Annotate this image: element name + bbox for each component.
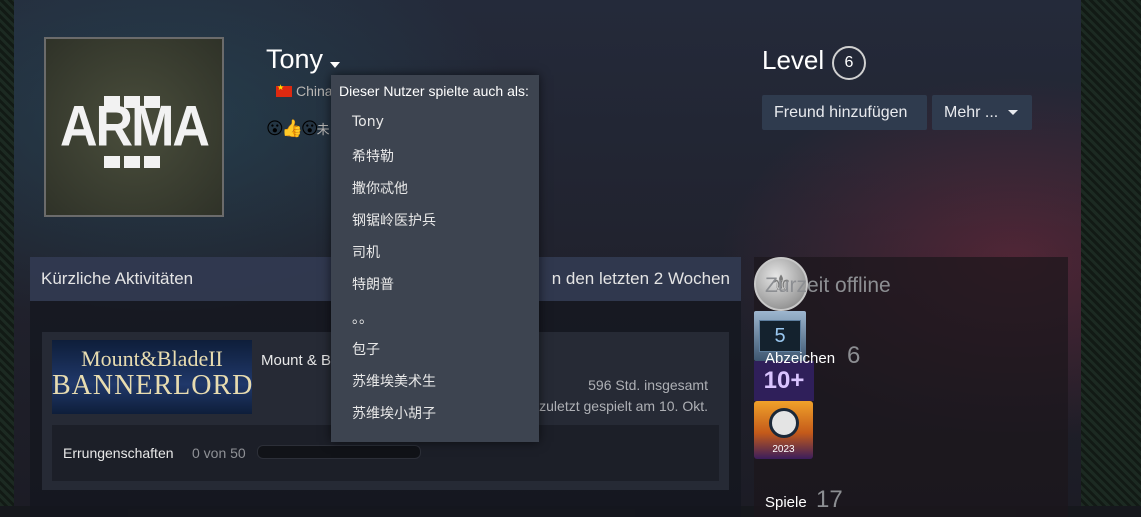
alias-item: 苏维埃小胡子 — [352, 406, 436, 422]
game-name-link[interactable]: Mount & B — [261, 352, 331, 369]
alias-item: 希特勒 — [352, 149, 394, 165]
background-texture-right — [1081, 0, 1141, 506]
add-friend-button[interactable]: Freund hinzufügen — [762, 95, 927, 130]
game-capsule-image[interactable]: Mount&BladeII BANNERLORD — [52, 340, 252, 414]
profile-emoticons: 😮👍😮未 — [266, 119, 330, 139]
emoticon-tail-text: 未 — [316, 122, 330, 137]
profile-sidebar: Zurzeit offline Abzeichen 6 ⚜ 5 10+ 2023… — [754, 257, 1068, 517]
recent-activity-title[interactable]: Kürzliche Aktivitäten — [41, 269, 193, 289]
steam-2023-badge-text: 2023 — [772, 444, 795, 455]
achievements-count: 0 von 50 — [192, 445, 246, 461]
online-status: Zurzeit offline — [765, 274, 891, 297]
add-friend-label: Freund hinzufügen — [774, 103, 908, 121]
ten-plus-years-badge-icon[interactable]: 10+ — [754, 361, 814, 401]
games-count[interactable]: 17 — [816, 486, 843, 514]
alias-dropdown-menu: Dieser Nutzer spielte auch als: Tony 希特勒… — [331, 75, 539, 442]
emoticon-icon: 😮 — [266, 119, 284, 138]
badges-count[interactable]: 6 — [847, 342, 860, 370]
badges-label[interactable]: Abzeichen — [765, 350, 835, 367]
achievements-label[interactable]: Errungenschaften — [63, 445, 174, 461]
alias-item: 司机 — [352, 245, 380, 261]
level-5-badge-text: 5 — [759, 320, 801, 352]
more-button[interactable]: Mehr ... — [932, 95, 1032, 130]
capsule-line-1: Mount&BladeII — [81, 346, 223, 371]
alias-item: 撒你忒他 — [352, 181, 408, 197]
china-flag-icon — [276, 83, 292, 97]
steam-2023-badge-icon[interactable]: 2023 — [754, 401, 813, 459]
persona-name[interactable]: Tony — [266, 44, 323, 75]
alias-item: 。。 — [352, 311, 373, 327]
capsule-line-2: BANNERLORD — [52, 370, 254, 401]
alias-item: 苏维埃美术生 — [352, 374, 436, 390]
avatar[interactable]: ARMA — [44, 37, 224, 217]
achievements-progress-bar — [257, 445, 421, 459]
arma-logo-bars-bottom — [104, 155, 168, 173]
alias-item: 包子 — [352, 342, 380, 358]
games-label[interactable]: Spiele — [765, 494, 807, 511]
profile-location: China — [296, 83, 333, 99]
avatar-logo-text: ARMA — [60, 95, 210, 159]
game-last-played: zuletzt gespielt am 10. Okt. — [539, 398, 708, 414]
level-label: Level — [762, 45, 825, 75]
alias-item: Tony — [352, 114, 384, 130]
recent-activity-hours: n den letzten 2 Wochen — [551, 269, 730, 288]
persona-dropdown-caret-icon[interactable] — [330, 62, 340, 68]
alias-item: 特朗普 — [352, 277, 394, 293]
avatar-image: ARMA — [46, 39, 222, 215]
chevron-down-icon — [1008, 110, 1019, 115]
level-badge[interactable]: 6 — [832, 46, 866, 80]
game-hours-total: 596 Std. insgesamt — [588, 377, 708, 393]
alias-menu-header: Dieser Nutzer spielte auch als: — [339, 83, 529, 99]
steam-logo-icon — [768, 408, 799, 438]
more-label: Mehr ... — [944, 103, 999, 121]
alias-item: 钢锯岭医护兵 — [352, 213, 436, 229]
emoticon-icon: 😮 — [300, 119, 319, 138]
thumbs-up-icon: 👍 — [281, 119, 303, 138]
